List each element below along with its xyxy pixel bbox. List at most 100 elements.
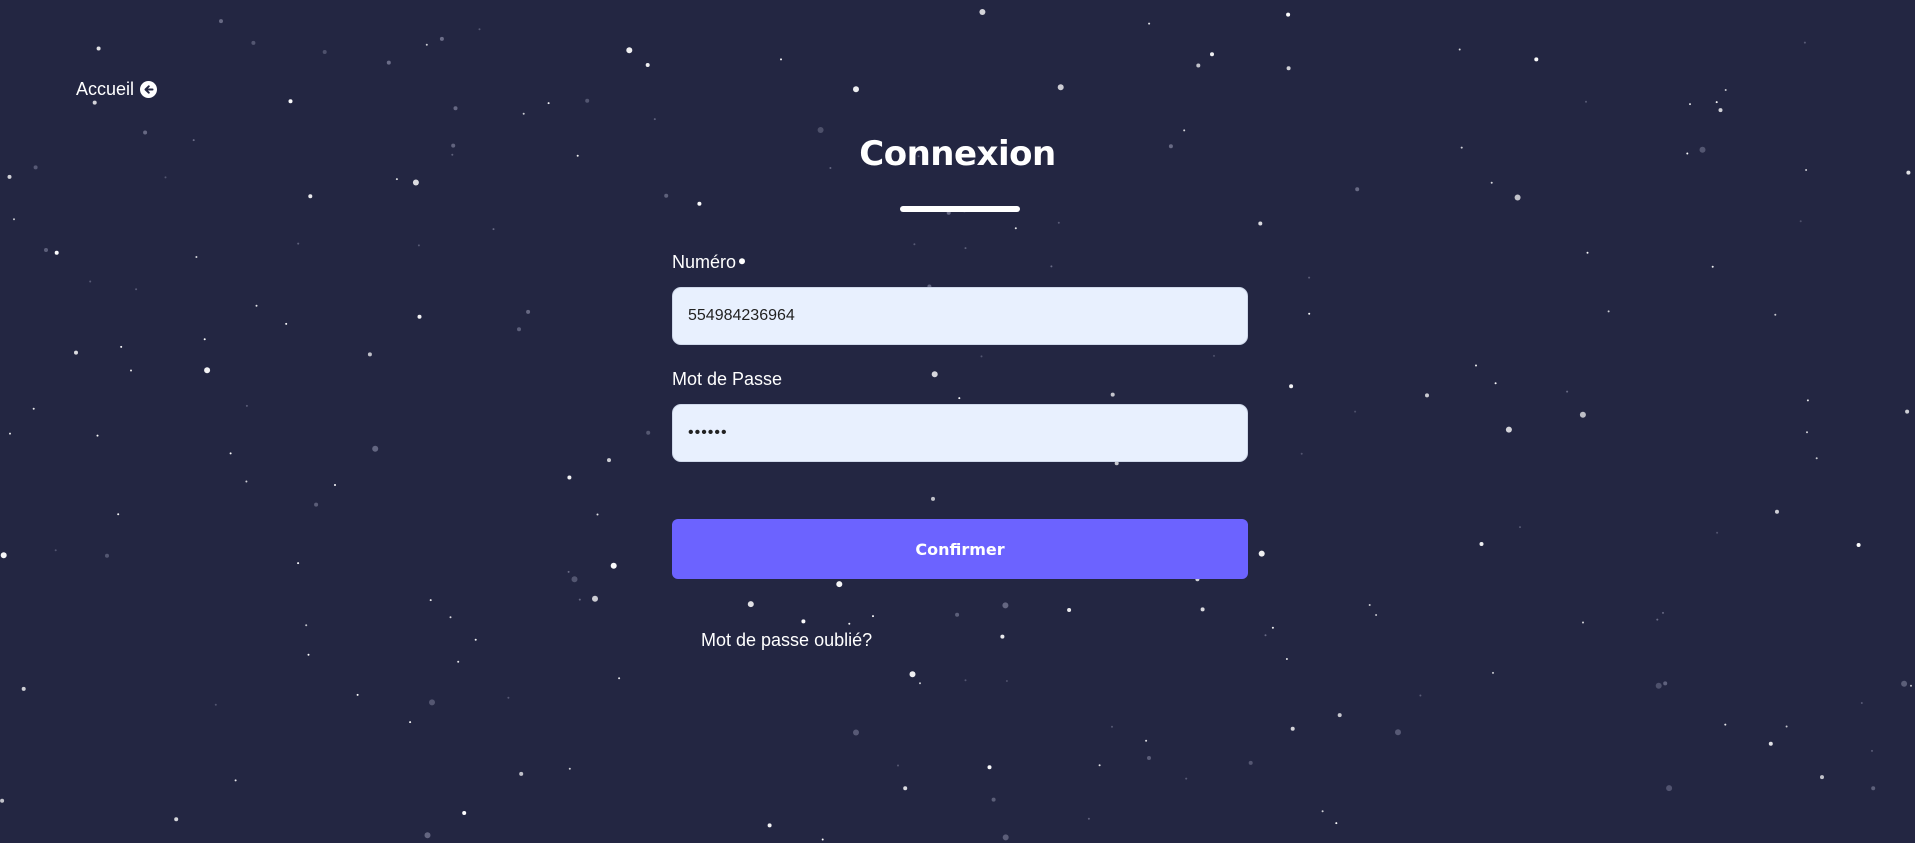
star (1002, 602, 1009, 609)
star (931, 496, 935, 501)
star (1856, 543, 1861, 547)
star (1285, 658, 1288, 660)
star (653, 118, 656, 121)
star (1057, 84, 1064, 91)
star (219, 19, 223, 24)
star (412, 179, 419, 186)
star (372, 445, 379, 452)
star (853, 86, 859, 93)
star (1505, 426, 1512, 433)
password-label: Mot de Passe (672, 369, 783, 389)
star (517, 327, 521, 332)
star (1200, 607, 1205, 612)
star (195, 256, 198, 258)
star (897, 764, 899, 767)
star (1585, 100, 1587, 103)
star (979, 9, 986, 15)
star (1308, 312, 1311, 315)
star (96, 434, 99, 437)
star (1286, 66, 1291, 71)
star (1000, 634, 1005, 639)
star (1774, 313, 1777, 316)
arrow-circle-left-icon (140, 81, 158, 98)
star (1375, 614, 1378, 616)
star (596, 513, 599, 516)
star (1716, 531, 1719, 534)
star (1321, 810, 1324, 813)
star (1087, 817, 1090, 820)
star (645, 63, 650, 67)
star (1490, 181, 1493, 184)
star (429, 599, 432, 602)
star (474, 638, 477, 641)
star (234, 779, 237, 782)
star (44, 248, 48, 252)
star (322, 50, 327, 54)
star (1196, 63, 1201, 68)
star (592, 595, 598, 602)
star (955, 612, 960, 617)
star (1258, 221, 1263, 226)
star (120, 345, 123, 348)
star (1799, 220, 1802, 223)
star (519, 771, 524, 776)
star (836, 581, 843, 588)
star (1566, 390, 1569, 393)
password-input[interactable] (672, 404, 1248, 462)
star (297, 242, 300, 245)
star (1656, 618, 1659, 621)
number-input[interactable] (672, 287, 1248, 345)
star (32, 407, 35, 410)
star (478, 28, 481, 31)
star (1768, 741, 1773, 746)
home-link[interactable]: Accueil (76, 79, 158, 100)
star (1002, 834, 1009, 841)
star (980, 355, 983, 358)
star (1395, 729, 1401, 736)
star (1290, 726, 1295, 731)
star (130, 369, 132, 372)
title-underline (900, 206, 1020, 212)
star (1258, 550, 1265, 557)
star (964, 247, 967, 250)
star (568, 767, 571, 770)
star (117, 513, 120, 516)
star (1210, 52, 1214, 57)
star (1014, 227, 1017, 230)
star (987, 765, 992, 770)
star (1355, 187, 1360, 192)
star (307, 653, 310, 656)
star (21, 686, 26, 691)
star (439, 36, 444, 41)
star (1425, 393, 1429, 398)
star (1458, 48, 1461, 51)
star (89, 280, 92, 283)
star (251, 40, 256, 45)
star (409, 721, 412, 724)
star (314, 502, 319, 507)
star (872, 615, 874, 618)
star (697, 201, 702, 206)
star (54, 549, 57, 552)
star (1264, 634, 1267, 637)
forgot-password-link[interactable]: Mot de passe oublié? (701, 630, 872, 651)
star (96, 46, 101, 51)
star (1607, 310, 1610, 313)
star (1111, 725, 1113, 728)
star (853, 729, 859, 736)
star (1718, 108, 1723, 113)
star (1860, 702, 1863, 704)
star (821, 838, 824, 841)
star (1806, 399, 1809, 402)
star (578, 598, 581, 601)
star (54, 250, 59, 255)
star (255, 304, 258, 307)
star (1494, 382, 1497, 385)
star (1724, 89, 1727, 91)
confirm-button[interactable]: Confirmer (672, 519, 1248, 579)
star (1871, 749, 1873, 752)
star (1806, 431, 1808, 434)
page-title: Connexion (859, 134, 1056, 174)
star (567, 570, 570, 573)
star (1514, 194, 1521, 201)
